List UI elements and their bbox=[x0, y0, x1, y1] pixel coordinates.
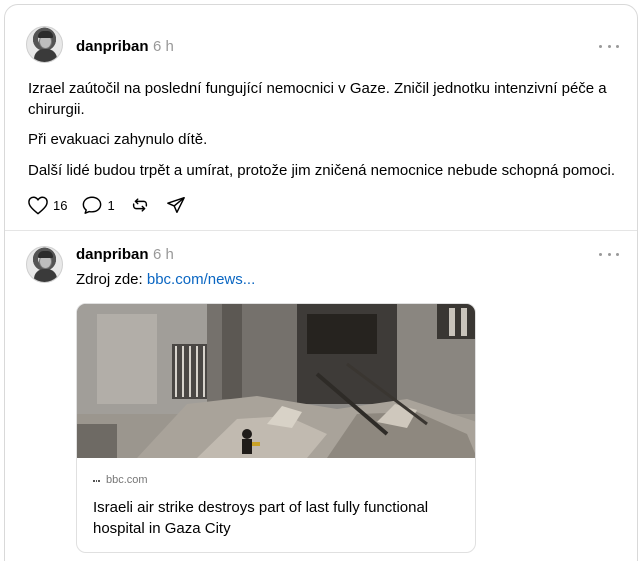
post-source-line: Zdroj zde: bbc.com/news... bbox=[76, 271, 255, 288]
link-preview-image bbox=[77, 304, 475, 458]
link-domain: bbc.com bbox=[93, 474, 148, 486]
globe-icon bbox=[93, 477, 101, 484]
post-time: 6 h bbox=[153, 246, 174, 263]
more-options-icon[interactable] bbox=[599, 247, 619, 261]
source-prefix: Zdroj zde: bbox=[76, 271, 147, 288]
link-preview-card[interactable]: bbc.com Israeli air strike destroys part… bbox=[76, 303, 476, 553]
post-username[interactable]: danpriban bbox=[76, 246, 149, 263]
source-link[interactable]: bbc.com/news... bbox=[147, 271, 255, 288]
thread-container: danpriban 6 h Izrael zaútočil na posledn… bbox=[4, 4, 638, 561]
link-title: Israeli air strike destroys part of last… bbox=[93, 499, 429, 537]
post: danpriban 6 h Zdroj zde: bbc.com/news... bbox=[5, 5, 637, 553]
avatar[interactable] bbox=[26, 246, 63, 283]
link-domain-text: bbc.com bbox=[106, 474, 148, 486]
